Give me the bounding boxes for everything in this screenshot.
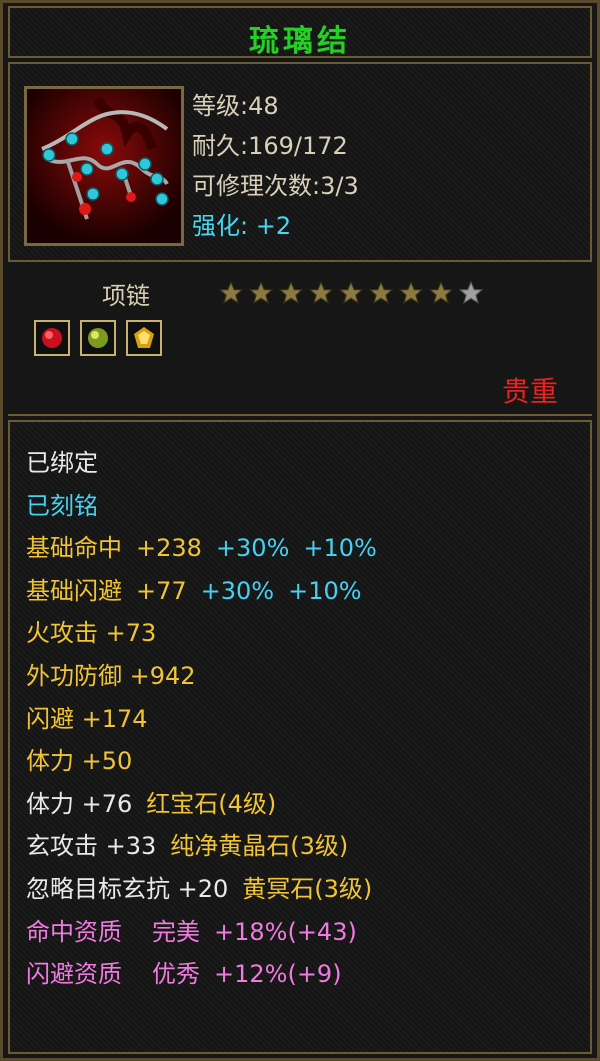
- aptitude-grade: 优秀: [152, 960, 200, 989]
- attr-fire-attack: 火攻击 +73: [26, 619, 157, 648]
- gem-bonus-2: 玄攻击 +33 纯净黄晶石(3级): [26, 825, 377, 868]
- star-filled-icon: [398, 280, 424, 304]
- attribute-list: 已绑定 已刻铭 基础命中 +238 +30% +10% 基础闪避 +77 +30% +10%…: [26, 442, 377, 996]
- level-text: 等级:48: [192, 92, 279, 120]
- aptitude-name: 闪避资质: [26, 960, 122, 989]
- star-rating: [218, 280, 488, 306]
- star-filled-icon: [428, 280, 454, 304]
- gem-name: 纯净黄晶石(3级): [170, 832, 349, 861]
- attr-value: +77: [136, 576, 187, 605]
- repair-count-text: 可修理次数:3/3: [192, 172, 359, 200]
- bound-status: 已绑定: [26, 449, 98, 477]
- enhance-label: 强化:: [192, 212, 249, 240]
- star-filled-icon: [308, 280, 334, 304]
- attr-stamina: 体力 +50: [26, 747, 133, 776]
- attr-value: +238: [136, 534, 202, 563]
- attr-bonus: +30%: [200, 576, 275, 605]
- item-type: 项链: [102, 282, 150, 310]
- rarity-label: 贵重: [501, 375, 558, 408]
- gem-stat: 玄攻击 +33: [26, 832, 157, 861]
- engraved-status: 已刻铭: [26, 491, 98, 520]
- gold-gem-icon[interactable]: [126, 320, 162, 356]
- item-name: 琉璃结: [249, 24, 351, 59]
- aptitude-dodge: 闪避资质 优秀 +12%(+9): [26, 953, 377, 996]
- gem-bonus-1: 体力 +76 红宝石(4级): [26, 783, 377, 826]
- aptitude-grade: 完美: [152, 917, 200, 946]
- aptitude-hit: 命中资质 完美 +18%(+43): [26, 911, 377, 954]
- info-panel: 等级:48 耐久:169/172 可修理次数:3/3 强化: +2: [8, 62, 592, 262]
- aptitude-name: 命中资质: [26, 917, 122, 946]
- aptitude-value: +12%(+9): [214, 960, 342, 989]
- gem-stat: 忽略目标玄抗 +20: [26, 874, 229, 903]
- gem-slots: [34, 320, 172, 356]
- attr-name: 基础闪避: [26, 576, 122, 605]
- attr-base-hit: 基础命中 +238 +30% +10%: [26, 527, 377, 570]
- attr-base-dodge: 基础闪避 +77 +30% +10%: [26, 570, 377, 613]
- item-stats: 等级:48 耐久:169/172 可修理次数:3/3 强化: +2: [192, 86, 359, 246]
- star-filled-icon: [338, 280, 364, 304]
- attr-outer-defense: 外功防御 +942: [26, 661, 196, 690]
- green-gem-icon[interactable]: [80, 320, 116, 356]
- aptitude-value: +18%(+43): [214, 917, 357, 946]
- gem-name: 黄冥石(3级): [242, 874, 373, 903]
- star-filled-icon: [218, 280, 244, 304]
- necklace-chain-icon: [24, 86, 184, 246]
- ruby-gem-icon[interactable]: [34, 320, 70, 356]
- star-empty-icon: [458, 280, 484, 304]
- gem-name: 红宝石(4级): [146, 789, 277, 818]
- title-bar: 琉璃结: [8, 6, 592, 59]
- enhance-value: +2: [255, 212, 292, 240]
- star-filled-icon: [248, 280, 274, 304]
- attr-name: 基础命中: [26, 534, 122, 563]
- attr-evade: 闪避 +174: [26, 704, 148, 733]
- attr-bonus: +10%: [303, 534, 377, 563]
- attr-bonus: +30%: [215, 534, 290, 563]
- star-filled-icon: [278, 280, 304, 304]
- durability-text: 耐久:169/172: [192, 132, 348, 160]
- star-filled-icon: [368, 280, 394, 304]
- attr-bonus: +10%: [288, 576, 362, 605]
- gem-bonus-3: 忽略目标玄抗 +20 黄冥石(3级): [26, 868, 377, 911]
- attributes-panel: 已绑定 已刻铭 基础命中 +238 +30% +10% 基础闪避 +77 +30% +10%…: [8, 420, 592, 1054]
- gem-stat: 体力 +76: [26, 789, 133, 818]
- enhance-line: 强化: +2: [192, 206, 359, 246]
